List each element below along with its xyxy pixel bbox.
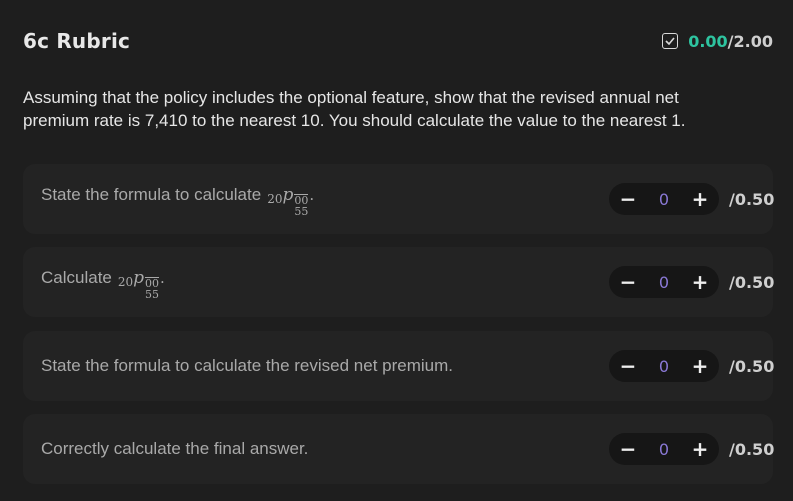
stepper-value[interactable]: 0 (659, 190, 669, 209)
stepper-value[interactable]: 0 (659, 440, 669, 459)
score-controls: − 0 + /0.50 (609, 433, 775, 465)
math-presubscript: 20 (267, 192, 283, 206)
math-scripts: 00 55 (294, 194, 309, 218)
question-prompt: Assuming that the policy includes the op… (23, 88, 686, 130)
score-stepper: − 0 + (609, 183, 719, 215)
math-subscript: 55 (145, 288, 160, 301)
rubric-header: 6c Rubric 0.00/2.00 (23, 26, 773, 56)
criterion-row: Calculate 20 p 00 55 . − 0 + /0.50 (23, 247, 775, 317)
increment-button[interactable]: + (691, 189, 709, 209)
criterion-text: State the formula to calculate the revis… (41, 356, 453, 375)
criterion-text: Calculate (41, 268, 112, 287)
increment-button[interactable]: + (691, 272, 709, 292)
checkbox-checked-icon (662, 33, 679, 49)
criterion-row: State the formula to calculate the revis… (23, 331, 775, 401)
decrement-button[interactable]: − (619, 189, 637, 209)
stepper-value[interactable]: 0 (659, 357, 669, 376)
criterion-label: State the formula to calculate the revis… (41, 356, 453, 376)
decrement-button[interactable]: − (619, 272, 637, 292)
criterion-row: Correctly calculate the final answer. − … (23, 414, 775, 484)
criterion-row: State the formula to calculate 20 p 00 5… (23, 164, 775, 234)
rubric-panel: 6c Rubric 0.00/2.00 Assuming that the po… (0, 0, 793, 501)
score-stepper: − 0 + (609, 266, 719, 298)
math-trail: . (160, 269, 165, 287)
math-presubscript: 20 (117, 275, 134, 289)
criterion-max-points: /0.50 (729, 189, 775, 209)
math-symbol: p (133, 268, 145, 288)
decrement-button[interactable]: − (619, 439, 637, 459)
math-expression: 20 p 00 55 . (267, 185, 315, 217)
score-stepper: − 0 + (609, 350, 719, 382)
math-scripts: 00 55 (145, 277, 160, 301)
rubric-title: 6c Rubric (23, 29, 131, 53)
criterion-max-points: /0.50 (729, 439, 775, 459)
criterion-label: Calculate 20 p 00 55 . (41, 268, 165, 300)
score-controls: − 0 + /0.50 (609, 350, 775, 382)
criterion-text: State the formula to calculate (41, 185, 262, 204)
math-trail: . (309, 186, 315, 204)
criterion-label: Correctly calculate the final answer. (41, 439, 308, 459)
math-symbol: p (282, 185, 294, 205)
math-subscript: 55 (294, 205, 309, 218)
score-current: 0.00 (688, 31, 728, 51)
criterion-max-points: /0.50 (729, 356, 775, 376)
stepper-value[interactable]: 0 (659, 273, 669, 292)
math-expression: 20 p 00 55 . (117, 268, 165, 300)
criterion-label: State the formula to calculate 20 p 00 5… (41, 185, 315, 217)
criterion-text: Correctly calculate the final answer. (41, 439, 309, 458)
score-max: 2.00 (733, 31, 773, 51)
criterion-max-points: /0.50 (729, 272, 775, 292)
total-score: 0.00/2.00 (662, 32, 773, 51)
score-controls: − 0 + /0.50 (609, 266, 775, 298)
increment-button[interactable]: + (691, 439, 709, 459)
decrement-button[interactable]: − (619, 356, 637, 376)
increment-button[interactable]: + (691, 356, 709, 376)
score-controls: − 0 + /0.50 (609, 183, 775, 215)
score-stepper: − 0 + (609, 433, 719, 465)
